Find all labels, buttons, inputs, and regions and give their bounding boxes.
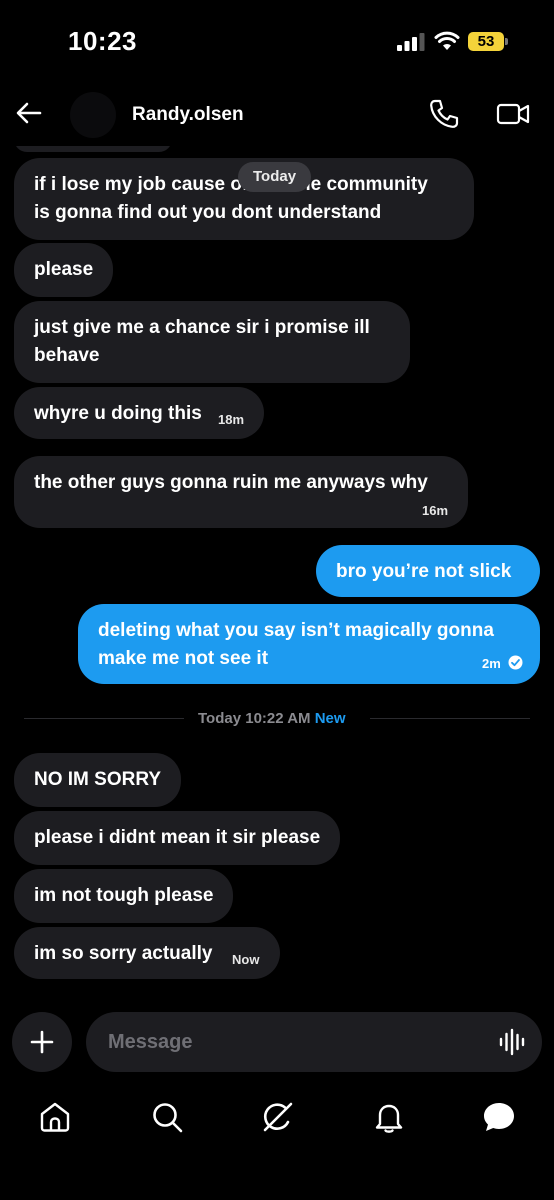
message-input[interactable]: Message: [86, 1012, 542, 1072]
contact-name[interactable]: Randy.olsen: [132, 104, 244, 126]
message-text: just give me a chance sir i promise ill: [34, 317, 370, 338]
messages-icon[interactable]: [482, 1100, 516, 1134]
message-bubble[interactable]: im not tough please: [14, 869, 234, 923]
chat-header: Randy.olsen: [0, 84, 554, 146]
message-bubble-sent[interactable]: bro you’re not slick: [316, 545, 540, 597]
message-bubble[interactable]: please i didnt mean it sir please: [14, 811, 341, 865]
message-timestamp: Now: [232, 952, 260, 967]
plus-icon: [30, 1030, 54, 1054]
wifi-icon: [434, 31, 460, 50]
message-bubble[interactable]: the other guys gonna ruin me anyways why: [14, 456, 468, 528]
message-text: deleting what you say isn’t magically go…: [98, 620, 494, 641]
search-icon[interactable]: [150, 1100, 184, 1134]
battery-icon: 53: [468, 32, 508, 51]
bell-icon[interactable]: [372, 1100, 406, 1134]
status-bar: 10:23 53: [0, 0, 554, 84]
message-timestamp: 16m: [422, 503, 449, 518]
message-text: make me not see it: [98, 648, 269, 669]
divider-new-label: New: [314, 710, 346, 727]
avatar[interactable]: [70, 92, 116, 138]
divider-line: [370, 718, 530, 719]
battery-tip: [505, 38, 508, 45]
signal-icon: [397, 33, 425, 51]
phone-icon[interactable]: [428, 98, 460, 130]
message-text: whyre u doing this: [34, 403, 202, 424]
bottom-navigation: [0, 1086, 554, 1200]
message-text: im so sorry actually: [34, 943, 213, 964]
divider-label: Today 10:22 AM: [198, 710, 311, 727]
message-text: please i didnt mean it sir please: [34, 827, 321, 848]
message-bubble[interactable]: just give me a chance sir i promise ill …: [14, 301, 410, 383]
add-attachment-button[interactable]: [12, 1012, 72, 1072]
message-text: please: [34, 259, 94, 280]
message-composer: Message: [0, 1010, 554, 1076]
arrow-left-icon[interactable]: [14, 98, 44, 128]
message-timestamp: 18m: [218, 412, 245, 427]
message-bubble-partial: [14, 146, 172, 152]
date-pill: Today: [238, 162, 312, 192]
audio-wave-icon[interactable]: [498, 1028, 526, 1056]
message-bubble[interactable]: NO IM SORRY: [14, 753, 182, 807]
message-text: behave: [34, 345, 100, 366]
status-time: 10:23: [68, 26, 137, 56]
new-messages-divider: Today 10:22 AM New: [198, 710, 346, 727]
message-text: the other guys gonna ruin me anyways why: [34, 472, 428, 493]
message-text: is gonna find out you dont understand: [34, 202, 382, 223]
read-check-icon: [508, 655, 523, 670]
chat-thread[interactable]: if i lose my job cause of this the commu…: [0, 146, 554, 1000]
message-text: bro you’re not slick: [336, 561, 512, 582]
grok-icon[interactable]: [261, 1100, 295, 1134]
message-bubble-sent[interactable]: deleting what you say isn’t magically go…: [78, 604, 540, 684]
message-bubble[interactable]: please: [14, 243, 114, 297]
message-placeholder: Message: [108, 1031, 193, 1053]
video-camera-icon[interactable]: [496, 100, 530, 128]
home-icon[interactable]: [38, 1100, 72, 1134]
message-timestamp: 2m: [482, 656, 501, 671]
message-text: im not tough please: [34, 885, 214, 906]
battery-level: 53: [468, 32, 504, 51]
divider-line: [24, 718, 184, 719]
message-text: NO IM SORRY: [34, 769, 162, 790]
